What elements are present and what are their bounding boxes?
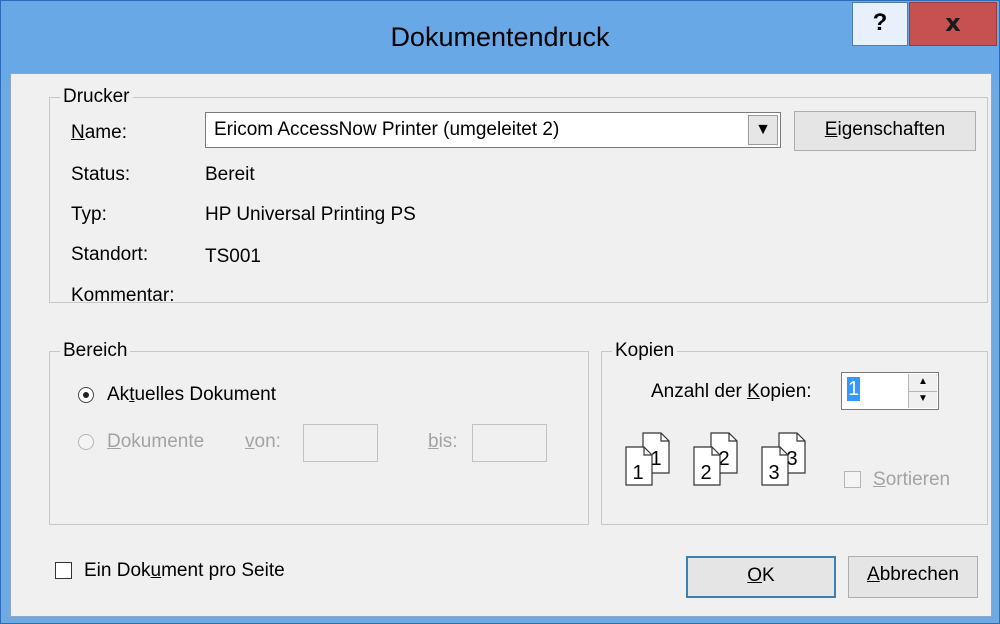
documents-label[interactable]: Dokumente	[107, 430, 204, 454]
help-button[interactable]: ?	[852, 2, 908, 46]
status-label: Status:	[71, 164, 131, 185]
close-button[interactable]: x	[909, 2, 997, 46]
from-label: von:	[245, 431, 281, 452]
chevron-down-icon[interactable]: ▼	[748, 115, 778, 145]
printer-name-dropdown[interactable]: Ericom AccessNow Printer (umgeleitet 2) …	[205, 112, 781, 148]
from-input[interactable]	[303, 424, 378, 462]
collate-checkbox[interactable]	[844, 471, 861, 488]
location-value: TS001	[205, 246, 261, 267]
to-input[interactable]	[472, 424, 547, 462]
dialog-title: Dokumentendruck	[390, 22, 610, 52]
spin-down-icon[interactable]: ▼	[909, 391, 937, 408]
page-pair-2-icon: 2 2	[693, 432, 738, 486]
page-pair-2-front-number: 2	[700, 462, 711, 484]
current-document-label[interactable]: Aktuelles Dokument	[107, 383, 276, 407]
printer-name-label: Name:	[71, 122, 127, 143]
page-pair-3-front-number: 3	[768, 462, 779, 484]
comment-label: Kommentar:	[71, 285, 175, 306]
copies-count-value: 1	[847, 377, 861, 401]
print-dialog-window: Dokumentendruck ? x Drucker Name: Ericom…	[0, 0, 1000, 624]
current-document-radio[interactable]	[78, 387, 94, 403]
copies-count-label: Anzahl der Kopien:	[651, 381, 812, 402]
range-group-legend: Bereich	[60, 339, 131, 363]
spin-up-icon[interactable]: ▲	[909, 374, 937, 392]
spin-buttons: ▲ ▼	[908, 374, 937, 408]
copies-count-stepper[interactable]: 1 ▲ ▼	[841, 372, 939, 410]
location-label: Standort:	[71, 244, 149, 265]
documents-radio[interactable]	[78, 434, 94, 450]
page-pair-1-front-number: 1	[632, 462, 643, 484]
ok-button[interactable]: OK	[686, 556, 836, 598]
to-label: bis:	[428, 431, 458, 452]
printer-group-legend: Drucker	[60, 85, 133, 109]
type-label: Typ:	[71, 204, 107, 225]
one-per-page-label[interactable]: Ein Dokument pro Seite	[84, 559, 285, 583]
collate-label[interactable]: Sortieren	[873, 468, 950, 492]
properties-button[interactable]: Eigenschaften	[794, 111, 976, 151]
printer-name-value: Ericom AccessNow Printer (umgeleitet 2)	[214, 119, 560, 140]
one-per-page-checkbox[interactable]	[55, 562, 72, 579]
collate-pages-icon: 1 1 2 2 3 3	[625, 432, 806, 486]
dialog-body: Drucker Name: Ericom AccessNow Printer (…	[10, 73, 992, 617]
title-bar[interactable]: Dokumentendruck ? x	[1, 1, 999, 81]
page-pair-1-icon: 1 1	[625, 432, 670, 486]
page-pair-3-icon: 3 3	[761, 432, 806, 486]
copies-group-legend: Kopien	[612, 339, 678, 363]
type-value: HP Universal Printing PS	[205, 204, 416, 225]
cancel-button[interactable]: Abbrechen	[848, 556, 978, 598]
status-value: Bereit	[205, 164, 255, 185]
